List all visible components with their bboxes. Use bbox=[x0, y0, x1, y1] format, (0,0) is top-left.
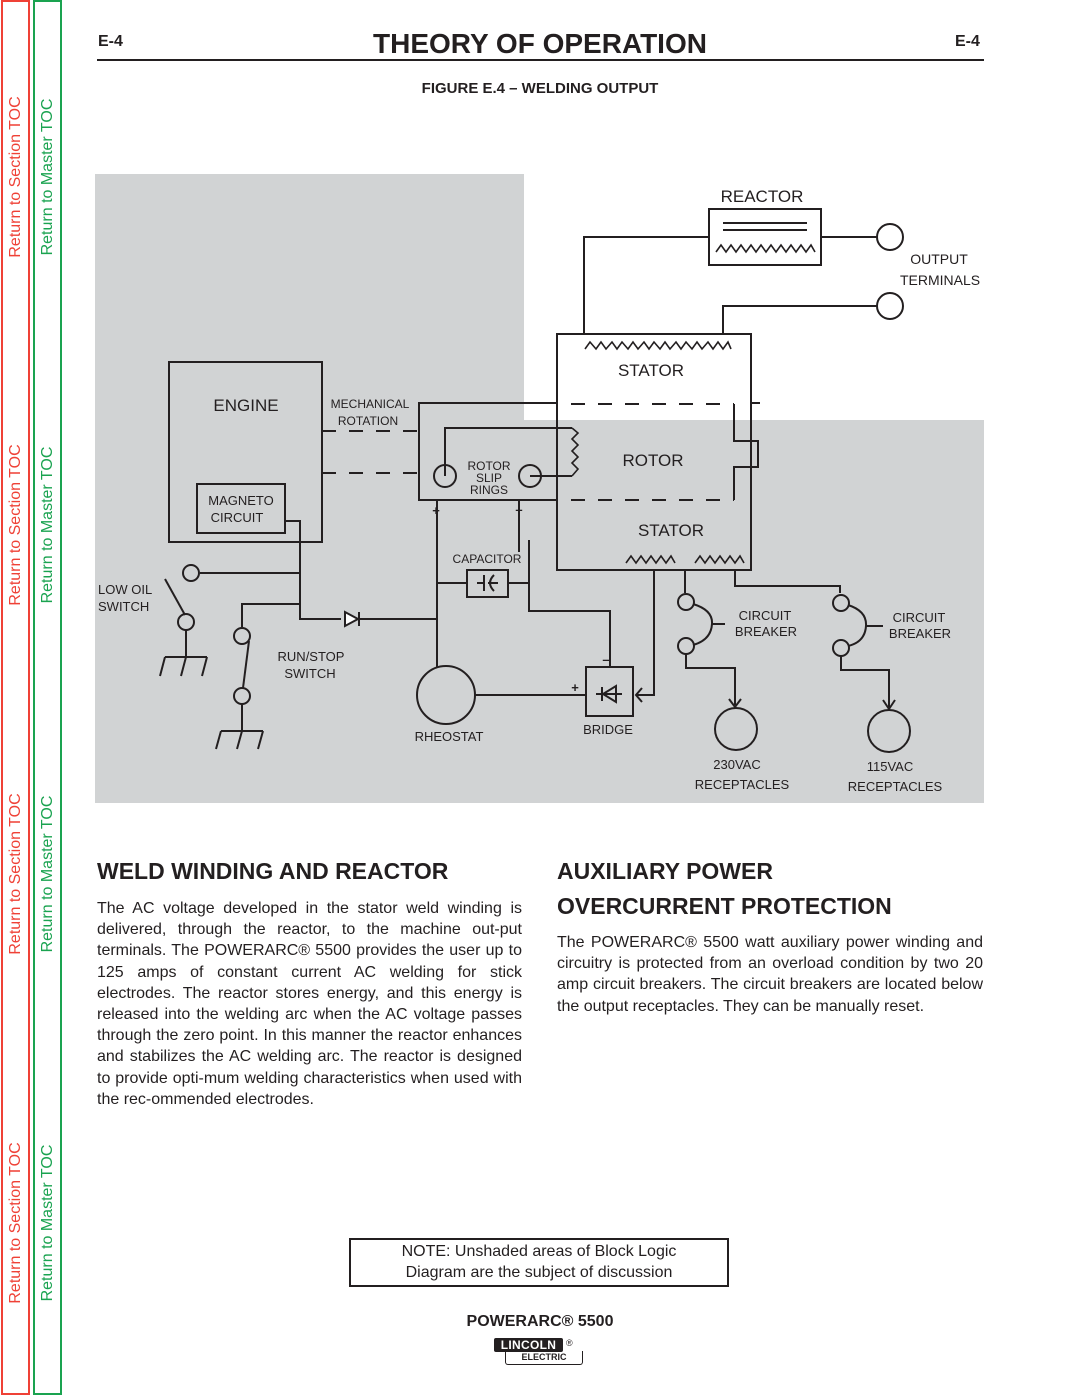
weld-winding-body: The AC voltage developed in the stator w… bbox=[97, 898, 522, 1110]
aux-power-heading-line1: AUXILIARY POWER bbox=[557, 858, 773, 884]
run-stop-switch-label: SWITCH bbox=[284, 666, 335, 681]
stator-weld-winding bbox=[584, 340, 732, 351]
wire-stator-to-terminal bbox=[722, 305, 877, 334]
capacitor-label: CAPACITOR bbox=[453, 552, 522, 566]
stator-aux-label: STATOR bbox=[638, 521, 704, 540]
bridge-plus-sign: + bbox=[571, 680, 579, 695]
lincoln-electric-logo: LINCOLN ® ELECTRIC bbox=[494, 1338, 586, 1366]
note-line: NOTE: Unshaded areas of Block Logic bbox=[401, 1243, 677, 1260]
weld-winding-heading: WELD WINDING AND REACTOR bbox=[97, 858, 449, 884]
return-to-section-toc-link[interactable]: Return to Section TOC bbox=[7, 1142, 25, 1303]
reactor-box bbox=[708, 208, 822, 266]
circuit-breaker-1-label: BREAKER bbox=[735, 624, 797, 639]
note-box: NOTE: Unshaded areas of Block Logic Diag… bbox=[349, 1238, 729, 1287]
shaded-area bbox=[95, 174, 984, 803]
aux-power-heading: AUXILIARY POWER OVERCURRENT PROTECTION bbox=[557, 854, 892, 924]
bridge-minus-sign: – bbox=[602, 652, 609, 667]
engine-label: ENGINE bbox=[213, 396, 278, 415]
magneto-label: MAGNETO bbox=[208, 493, 274, 508]
logo-lincoln: LINCOLN bbox=[494, 1338, 563, 1352]
note-line: Diagram are the subject of discussion bbox=[405, 1264, 673, 1281]
welding-output-diagram: REACTOR OUTPUT TERMINALS STATOR ROTOR ST… bbox=[95, 174, 984, 803]
wire-stator-to-reactor bbox=[583, 236, 709, 334]
product-name: POWERARC® 5500 bbox=[466, 1313, 614, 1330]
logo-registered-mark: ® bbox=[566, 1338, 573, 1348]
reactor-label: REACTOR bbox=[721, 187, 804, 206]
output-terminals-label: TERMINALS bbox=[900, 272, 980, 288]
rotor-slip-rings-label: RINGS bbox=[470, 483, 508, 497]
circuit-breaker-2-label: CIRCUIT bbox=[893, 610, 946, 625]
run-stop-switch-label: RUN/STOP bbox=[278, 649, 345, 664]
plus-sign: + bbox=[432, 503, 440, 518]
weld-winding-paragraph: The AC voltage developed in the stator w… bbox=[97, 900, 522, 1108]
magneto-label: CIRCUIT bbox=[211, 510, 264, 525]
minus-sign: – bbox=[515, 502, 522, 517]
low-oil-switch-label: LOW OIL bbox=[98, 582, 152, 597]
mechanical-rotation-label: ROTATION bbox=[338, 414, 398, 428]
aux-power-heading-line2: OVERCURRENT PROTECTION bbox=[557, 893, 892, 919]
aux-power-paragraph: The POWERARC® 5500 watt auxiliary power … bbox=[557, 934, 983, 1015]
rotor-label: ROTOR bbox=[622, 451, 683, 470]
output-terminal-1 bbox=[876, 223, 904, 251]
low-oil-switch-label: SWITCH bbox=[98, 599, 149, 614]
rheostat-label: RHEOSTAT bbox=[415, 729, 484, 744]
receptacle-115-label: 115VAC bbox=[867, 759, 914, 774]
aux-power-body: The POWERARC® 5500 watt auxiliary power … bbox=[557, 932, 983, 1017]
return-to-master-toc-link[interactable]: Return to Master TOC bbox=[39, 1145, 57, 1302]
receptacle-230-label: RECEPTACLES bbox=[695, 777, 790, 792]
receptacle-115-label: RECEPTACLES bbox=[848, 779, 943, 794]
output-terminals-label: OUTPUT bbox=[910, 251, 968, 267]
bridge-label: BRIDGE bbox=[583, 722, 633, 737]
stator-weld-label: STATOR bbox=[618, 361, 684, 380]
circuit-breaker-1-label: CIRCUIT bbox=[739, 608, 792, 623]
logo-electric: ELECTRIC bbox=[505, 1351, 583, 1365]
circuit-breaker-2-label: BREAKER bbox=[889, 626, 951, 641]
mechanical-rotation-label: MECHANICAL bbox=[331, 397, 410, 411]
receptacle-230-label: 230VAC bbox=[713, 757, 760, 772]
output-terminal-2 bbox=[876, 292, 904, 320]
